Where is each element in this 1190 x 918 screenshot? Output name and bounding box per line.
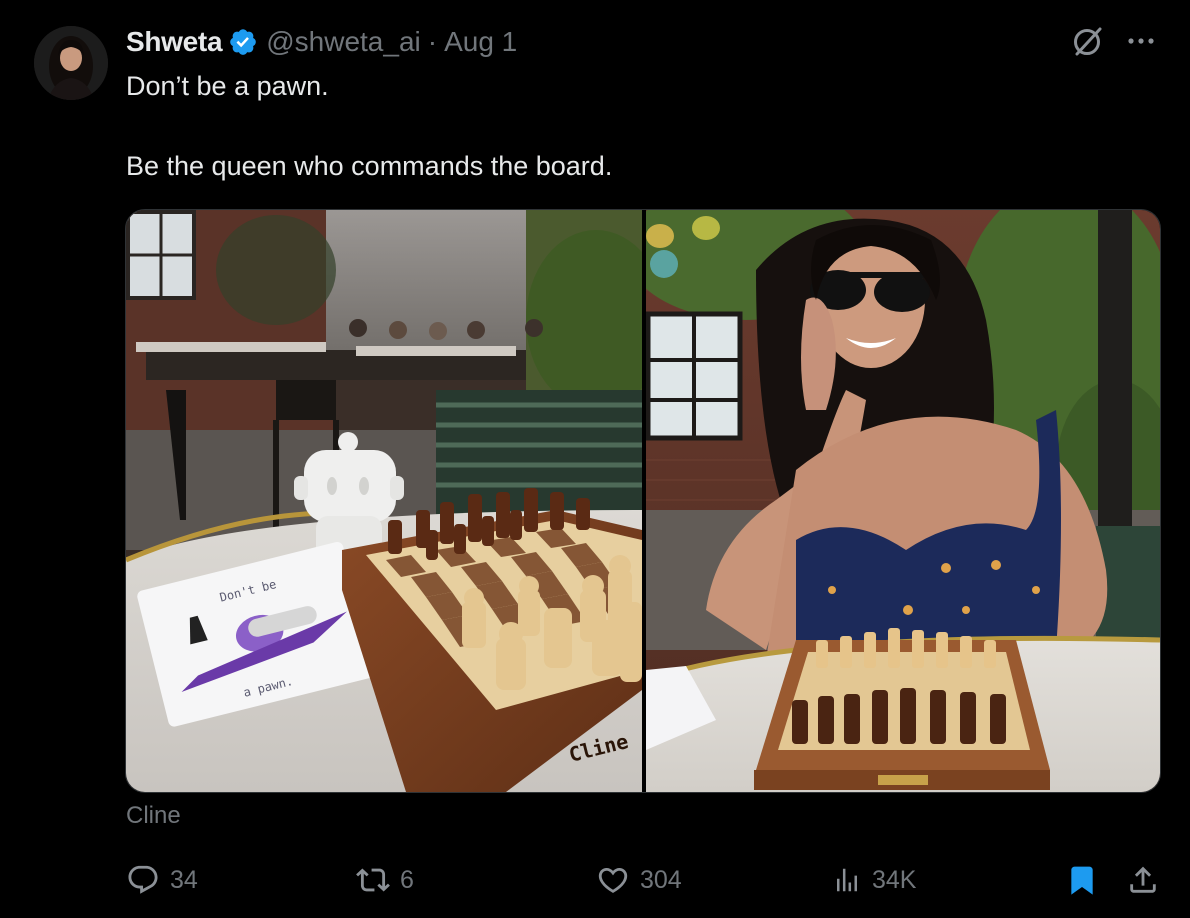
like-button[interactable]: 304 bbox=[596, 855, 682, 905]
reply-icon bbox=[126, 863, 160, 897]
tweet-header: Shweta @shweta_ai · Aug 1 bbox=[126, 22, 517, 62]
repost-icon bbox=[356, 863, 390, 897]
more-icon[interactable] bbox=[1126, 30, 1160, 52]
reply-count: 34 bbox=[170, 865, 198, 894]
tweet-text: Don’t be a pawn. Be the queen who comman… bbox=[126, 66, 1126, 186]
like-count: 304 bbox=[640, 865, 682, 894]
reply-button[interactable]: 34 bbox=[126, 855, 198, 905]
bookmark-icon bbox=[1066, 863, 1098, 897]
tweet-text-line-2: Be the queen who commands the board. bbox=[126, 151, 613, 181]
photo-chessboard[interactable]: Don't be a pawn. Cline bbox=[126, 210, 666, 792]
views-count: 34K bbox=[872, 865, 917, 894]
bookmark-button[interactable] bbox=[1066, 855, 1098, 905]
source-label[interactable]: Cline bbox=[126, 802, 181, 830]
author-name[interactable]: Shweta bbox=[126, 26, 223, 58]
grok-icon[interactable] bbox=[1070, 24, 1106, 60]
separator-dot: · bbox=[427, 26, 438, 57]
tweet-text-line-1: Don’t be a pawn. bbox=[126, 71, 329, 101]
avatar-image bbox=[34, 26, 108, 100]
views-icon bbox=[832, 865, 862, 895]
share-button[interactable] bbox=[1126, 855, 1160, 905]
verified-badge-icon[interactable] bbox=[228, 27, 258, 57]
tweet-date[interactable]: Aug 1 bbox=[444, 26, 517, 58]
repost-button[interactable]: 6 bbox=[356, 855, 414, 905]
views-button[interactable]: 34K bbox=[832, 855, 916, 905]
avatar[interactable] bbox=[34, 26, 108, 100]
share-icon bbox=[1126, 863, 1160, 897]
heart-icon bbox=[596, 863, 630, 897]
photo-portrait[interactable] bbox=[626, 210, 1160, 792]
action-bar: 34 6 304 34K bbox=[0, 855, 1190, 905]
tweet-media: Don't be a pawn. Cline bbox=[125, 209, 1161, 793]
author-handle[interactable]: @shweta_ai bbox=[266, 26, 421, 58]
repost-count: 6 bbox=[400, 865, 414, 894]
